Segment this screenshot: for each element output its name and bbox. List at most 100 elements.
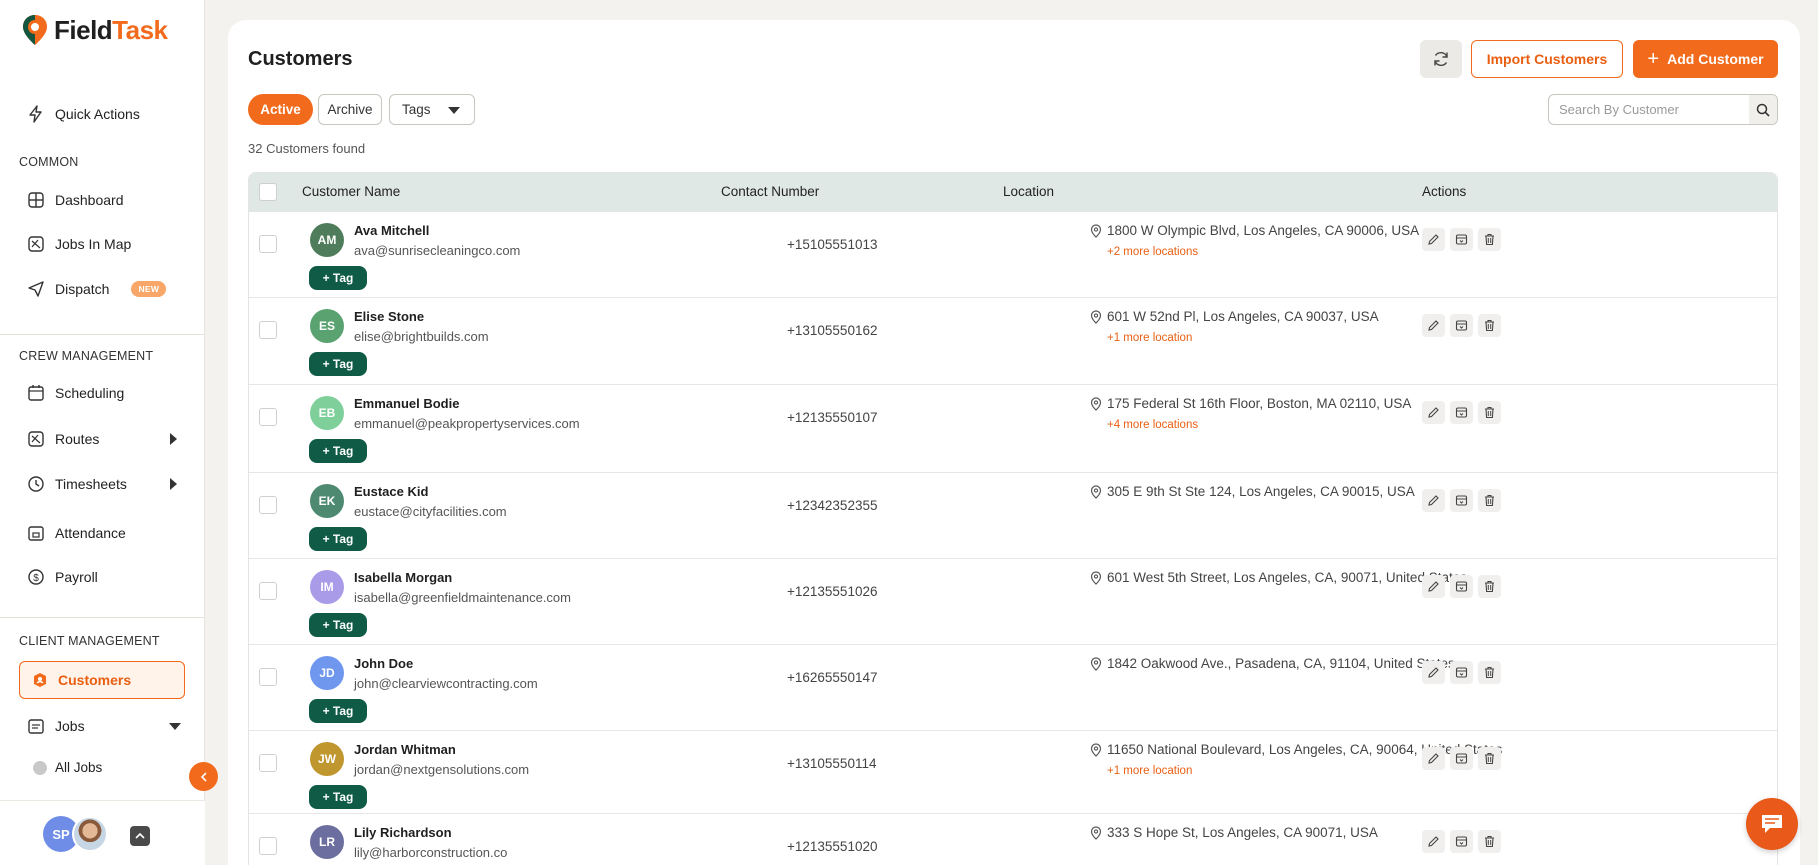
sidebar-collapse-button[interactable] xyxy=(189,762,218,791)
chat-support-button[interactable] xyxy=(1746,798,1798,850)
add-tag-button[interactable]: + Tag xyxy=(309,439,367,463)
nav-attendance[interactable]: Attendance xyxy=(27,521,126,545)
customer-name[interactable]: Jordan Whitman xyxy=(354,742,456,757)
edit-button[interactable] xyxy=(1422,489,1445,512)
routes-expand-icon[interactable] xyxy=(170,433,177,445)
archive-button[interactable] xyxy=(1450,401,1473,424)
archive-button[interactable] xyxy=(1450,830,1473,853)
more-locations-link[interactable]: +4 more locations xyxy=(1107,419,1198,431)
plus-icon: + xyxy=(1647,48,1660,70)
row-checkbox[interactable] xyxy=(259,837,277,855)
edit-button[interactable] xyxy=(1422,747,1445,770)
column-actions: Actions xyxy=(1422,184,1467,199)
customer-location: 305 E 9th St Ste 124, Los Angeles, CA 90… xyxy=(1089,484,1415,499)
map-icon xyxy=(28,236,44,252)
tags-dropdown[interactable]: Tags xyxy=(389,94,475,125)
customer-name[interactable]: John Doe xyxy=(354,656,413,671)
nav-dashboard[interactable]: Dashboard xyxy=(27,188,124,212)
customer-name[interactable]: Eustace Kid xyxy=(354,484,428,499)
delete-button[interactable] xyxy=(1478,747,1501,770)
profile-photo-avatar[interactable] xyxy=(72,816,108,852)
customer-name[interactable]: Ava Mitchell xyxy=(354,223,429,238)
customer-count: 32 Customers found xyxy=(248,141,366,156)
customer-avatar: IM xyxy=(310,570,344,604)
table-row[interactable]: EB Emmanuel Bodie emmanuel@peakpropertys… xyxy=(249,384,1777,472)
table-row[interactable]: LR Lily Richardson lily@harborconstructi… xyxy=(249,813,1777,865)
add-tag-button[interactable]: + Tag xyxy=(309,266,367,290)
customer-name[interactable]: Elise Stone xyxy=(354,309,424,324)
table-row[interactable]: ES Elise Stone elise@brightbuilds.com + … xyxy=(249,297,1777,384)
row-checkbox[interactable] xyxy=(259,582,277,600)
nav-dispatch[interactable]: Dispatch NEW xyxy=(27,277,167,301)
customer-avatar: EK xyxy=(310,484,344,518)
import-customers-button[interactable]: Import Customers xyxy=(1471,40,1623,78)
delete-button[interactable] xyxy=(1478,314,1501,337)
nav-scheduling[interactable]: Scheduling xyxy=(27,381,124,405)
nav-quick-actions[interactable]: Quick Actions xyxy=(27,102,140,126)
table-row[interactable]: AM Ava Mitchell ava@sunrisecleaningco.co… xyxy=(249,211,1777,297)
nav-timesheets[interactable]: Timesheets xyxy=(27,472,127,496)
search-input[interactable] xyxy=(1549,102,1739,117)
archive-button[interactable] xyxy=(1450,661,1473,684)
nav-all-jobs[interactable]: All Jobs xyxy=(33,760,102,775)
table-row[interactable]: JW Jordan Whitman jordan@nextgensolution… xyxy=(249,730,1777,813)
edit-button[interactable] xyxy=(1422,314,1445,337)
add-tag-button[interactable]: + Tag xyxy=(309,527,367,551)
delete-button[interactable] xyxy=(1478,401,1501,424)
row-checkbox[interactable] xyxy=(259,235,277,253)
add-tag-button[interactable]: + Tag xyxy=(309,613,367,637)
section-common: COMMON xyxy=(19,155,79,169)
table-row[interactable]: IM Isabella Morgan isabella@greenfieldma… xyxy=(249,558,1777,644)
delete-button[interactable] xyxy=(1478,575,1501,598)
more-locations-link[interactable]: +1 more location xyxy=(1107,332,1192,344)
edit-button[interactable] xyxy=(1422,830,1445,853)
filter-active-button[interactable]: Active xyxy=(248,94,313,125)
edit-button[interactable] xyxy=(1422,401,1445,424)
section-client-management: CLIENT MANAGEMENT xyxy=(19,634,160,648)
row-checkbox[interactable] xyxy=(259,408,277,426)
archive-button[interactable] xyxy=(1450,747,1473,770)
select-all-checkbox[interactable] xyxy=(259,183,277,201)
archive-button[interactable] xyxy=(1450,228,1473,251)
delete-button[interactable] xyxy=(1478,661,1501,684)
more-locations-link[interactable]: +1 more location xyxy=(1107,765,1192,777)
table-row[interactable]: JD John Doe john@clearviewcontracting.co… xyxy=(249,644,1777,730)
search-button[interactable] xyxy=(1749,95,1777,124)
archive-button[interactable] xyxy=(1450,314,1473,337)
archive-button[interactable] xyxy=(1450,489,1473,512)
customer-name[interactable]: Emmanuel Bodie xyxy=(354,396,459,411)
row-checkbox[interactable] xyxy=(259,668,277,686)
row-checkbox[interactable] xyxy=(259,496,277,514)
more-locations-link[interactable]: +2 more locations xyxy=(1107,246,1198,258)
add-customer-button[interactable]: + Add Customer xyxy=(1633,40,1778,78)
delete-button[interactable] xyxy=(1478,228,1501,251)
table-row[interactable]: EK Eustace Kid eustace@cityfacilities.co… xyxy=(249,472,1777,558)
nav-jobs[interactable]: Jobs xyxy=(27,714,85,738)
filter-archive-button[interactable]: Archive xyxy=(318,94,382,125)
nav-jobs-in-map[interactable]: Jobs In Map xyxy=(27,232,131,256)
customers-table: Customer Name Contact Number Location Ac… xyxy=(248,172,1778,865)
timesheets-expand-icon[interactable] xyxy=(170,478,177,490)
customer-location: 601 West 5th Street, Los Angeles, CA, 90… xyxy=(1089,570,1467,585)
nav-customers[interactable]: Customers xyxy=(19,661,185,699)
edit-button[interactable] xyxy=(1422,575,1445,598)
brand-logo[interactable]: FieldTask xyxy=(22,14,168,46)
edit-button[interactable] xyxy=(1422,661,1445,684)
row-checkbox[interactable] xyxy=(259,754,277,772)
footer-expand-button[interactable] xyxy=(130,826,150,846)
edit-button[interactable] xyxy=(1422,228,1445,251)
archive-button[interactable] xyxy=(1450,575,1473,598)
nav-payroll[interactable]: $ Payroll xyxy=(27,565,98,589)
add-tag-button[interactable]: + Tag xyxy=(309,699,367,723)
delete-button[interactable] xyxy=(1478,489,1501,512)
customer-name[interactable]: Lily Richardson xyxy=(354,825,452,840)
add-tag-button[interactable]: + Tag xyxy=(309,785,367,809)
refresh-button[interactable] xyxy=(1420,40,1462,78)
nav-routes[interactable]: Routes xyxy=(27,427,99,451)
trash-icon xyxy=(1485,494,1494,507)
jobs-collapse-icon[interactable] xyxy=(169,723,181,730)
row-checkbox[interactable] xyxy=(259,321,277,339)
delete-button[interactable] xyxy=(1478,830,1501,853)
add-tag-button[interactable]: + Tag xyxy=(309,352,367,376)
customer-name[interactable]: Isabella Morgan xyxy=(354,570,452,585)
